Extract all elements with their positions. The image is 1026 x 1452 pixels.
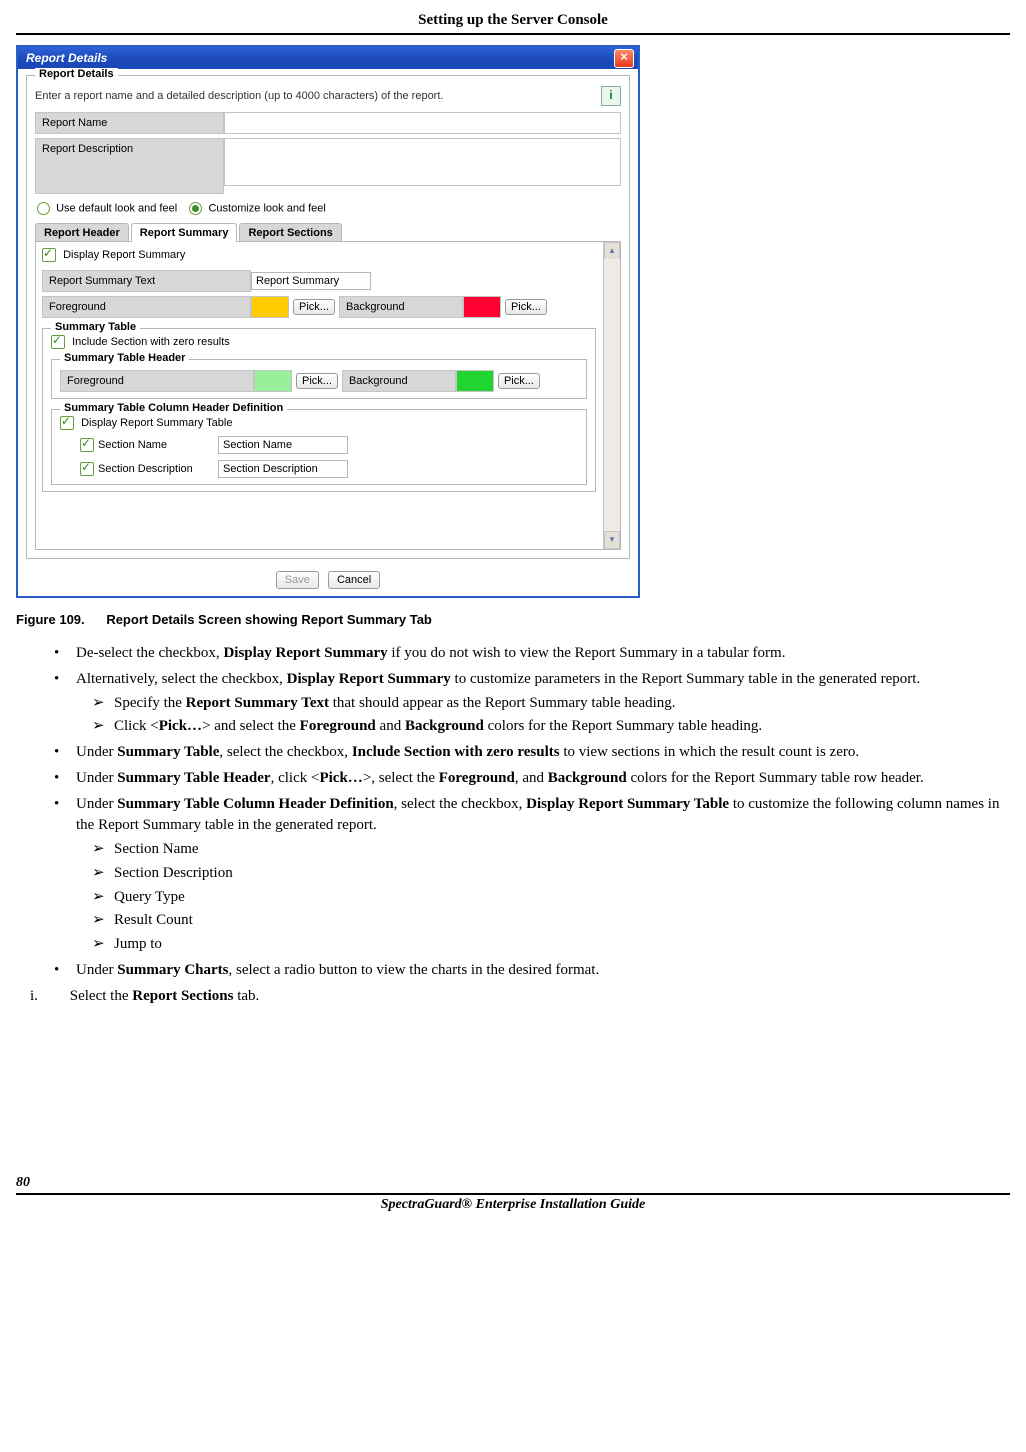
sub-bullet: Query Type bbox=[114, 887, 1000, 909]
foreground-label-2: Foreground bbox=[60, 370, 254, 392]
chk-display-summary-table-label: Display Report Summary Table bbox=[81, 417, 232, 429]
bullet: De-select the checkbox, Display Report S… bbox=[76, 643, 1000, 665]
report-description-label: Report Description bbox=[35, 138, 224, 194]
summary-table-header-legend: Summary Table Header bbox=[60, 352, 189, 364]
background-label-1: Background bbox=[339, 296, 463, 318]
running-header: Setting up the Server Console bbox=[16, 12, 1010, 35]
cancel-button[interactable]: Cancel bbox=[328, 571, 380, 589]
doc-content: De-select the checkbox, Display Report S… bbox=[16, 643, 1010, 1007]
foreground-swatch-2 bbox=[254, 370, 292, 392]
footer-title: SpectraGuard® Enterprise Installation Gu… bbox=[16, 1197, 1010, 1213]
tab-report-sections[interactable]: Report Sections bbox=[239, 223, 341, 242]
foreground-swatch-1 bbox=[251, 296, 289, 318]
summary-colhdr-def-fieldset: Summary Table Column Header Definition D… bbox=[51, 409, 587, 485]
dialog-footer: Save Cancel bbox=[26, 567, 630, 592]
figure-number: Figure 109. bbox=[16, 612, 85, 627]
step-number: i. bbox=[30, 986, 66, 1008]
close-icon[interactable]: × bbox=[614, 49, 634, 68]
chk-include-zero-label: Include Section with zero results bbox=[72, 336, 230, 348]
bullet: Under Summary Table Column Header Defini… bbox=[76, 794, 1000, 956]
hint-text: Enter a report name and a detailed descr… bbox=[35, 90, 443, 102]
sub-bullet: Section Description bbox=[114, 863, 1000, 885]
report-description-input[interactable] bbox=[224, 138, 621, 186]
chk-section-desc[interactable] bbox=[80, 462, 94, 476]
sub-bullet: Click <Pick…> and select the Foreground … bbox=[114, 716, 1000, 738]
page-number: 80 bbox=[16, 1175, 1010, 1191]
background-swatch-1 bbox=[463, 296, 501, 318]
background-label-2: Background bbox=[342, 370, 456, 392]
background-swatch-2 bbox=[456, 370, 494, 392]
sub-bullet: Result Count bbox=[114, 910, 1000, 932]
info-icon[interactable]: i bbox=[601, 86, 621, 106]
foreground-label-1: Foreground bbox=[42, 296, 251, 318]
summary-table-legend: Summary Table bbox=[51, 321, 140, 333]
chk-display-summary[interactable] bbox=[42, 248, 56, 262]
figure-caption: Figure 109. Report Details Screen showin… bbox=[16, 612, 1010, 627]
bullet: Under Summary Charts, select a radio but… bbox=[76, 960, 1000, 982]
scrollbar[interactable]: ▴ ▾ bbox=[603, 242, 620, 549]
summary-text-label: Report Summary Text bbox=[42, 270, 251, 292]
scroll-up-icon[interactable]: ▴ bbox=[604, 242, 620, 260]
pick-fg-1[interactable]: Pick... bbox=[293, 299, 335, 315]
chk-section-name-label: Section Name bbox=[98, 439, 218, 451]
radio-default-look[interactable] bbox=[37, 202, 50, 215]
page-footer: 80 SpectraGuard® Enterprise Installation… bbox=[0, 1175, 1026, 1223]
summary-colhdr-def-legend: Summary Table Column Header Definition bbox=[60, 402, 287, 414]
chk-display-summary-label: Display Report Summary bbox=[63, 249, 185, 261]
tab-report-summary[interactable]: Report Summary bbox=[131, 223, 238, 242]
chk-display-summary-table[interactable] bbox=[60, 416, 74, 430]
dialog-titlebar[interactable]: Report Details × bbox=[18, 47, 638, 69]
radio-default-label: Use default look and feel bbox=[56, 202, 177, 214]
fieldset-legend: Report Details bbox=[35, 68, 118, 80]
sub-bullet: Specify the Report Summary Text that sho… bbox=[114, 693, 1000, 715]
report-name-input[interactable] bbox=[224, 112, 621, 134]
bullet: Alternatively, select the checkbox, Disp… bbox=[76, 669, 1000, 738]
section-name-input[interactable]: Section Name bbox=[218, 436, 348, 454]
save-button[interactable]: Save bbox=[276, 571, 319, 589]
radio-customize-label: Customize look and feel bbox=[208, 202, 325, 214]
summary-text-input[interactable]: Report Summary bbox=[251, 272, 371, 290]
pick-fg-2[interactable]: Pick... bbox=[296, 373, 338, 389]
bullet: Under Summary Table Header, click <Pick…… bbox=[76, 768, 1000, 790]
bullet: Under Summary Table, select the checkbox… bbox=[76, 742, 1000, 764]
chk-include-zero[interactable] bbox=[51, 335, 65, 349]
radio-customize-look[interactable] bbox=[189, 202, 202, 215]
pick-bg-1[interactable]: Pick... bbox=[505, 299, 547, 315]
chk-section-name[interactable] bbox=[80, 438, 94, 452]
tab-report-header[interactable]: Report Header bbox=[35, 223, 129, 242]
sub-bullet: Jump to bbox=[114, 934, 1000, 956]
figure-title: Report Details Screen showing Report Sum… bbox=[106, 612, 432, 627]
sub-bullet: Section Name bbox=[114, 839, 1000, 861]
report-name-label: Report Name bbox=[35, 112, 224, 134]
report-details-dialog: Report Details × Report Details Enter a … bbox=[16, 45, 640, 598]
pick-bg-2[interactable]: Pick... bbox=[498, 373, 540, 389]
tab-panel: ▴ ▾ Display Report Summary Report Summar… bbox=[35, 241, 621, 550]
dialog-title: Report Details bbox=[26, 51, 107, 65]
step-i: i. Select the Report Sections tab. bbox=[16, 986, 1010, 1008]
report-details-fieldset: Report Details Enter a report name and a… bbox=[26, 75, 630, 559]
section-desc-input[interactable]: Section Description bbox=[218, 460, 348, 478]
chk-section-desc-label: Section Description bbox=[98, 463, 218, 475]
tabs: Report Header Report Summary Report Sect… bbox=[35, 223, 621, 550]
summary-table-fieldset: Summary Table Include Section with zero … bbox=[42, 328, 596, 492]
scroll-down-icon[interactable]: ▾ bbox=[604, 531, 620, 549]
summary-table-header-fieldset: Summary Table Header Foreground Pick... … bbox=[51, 359, 587, 399]
